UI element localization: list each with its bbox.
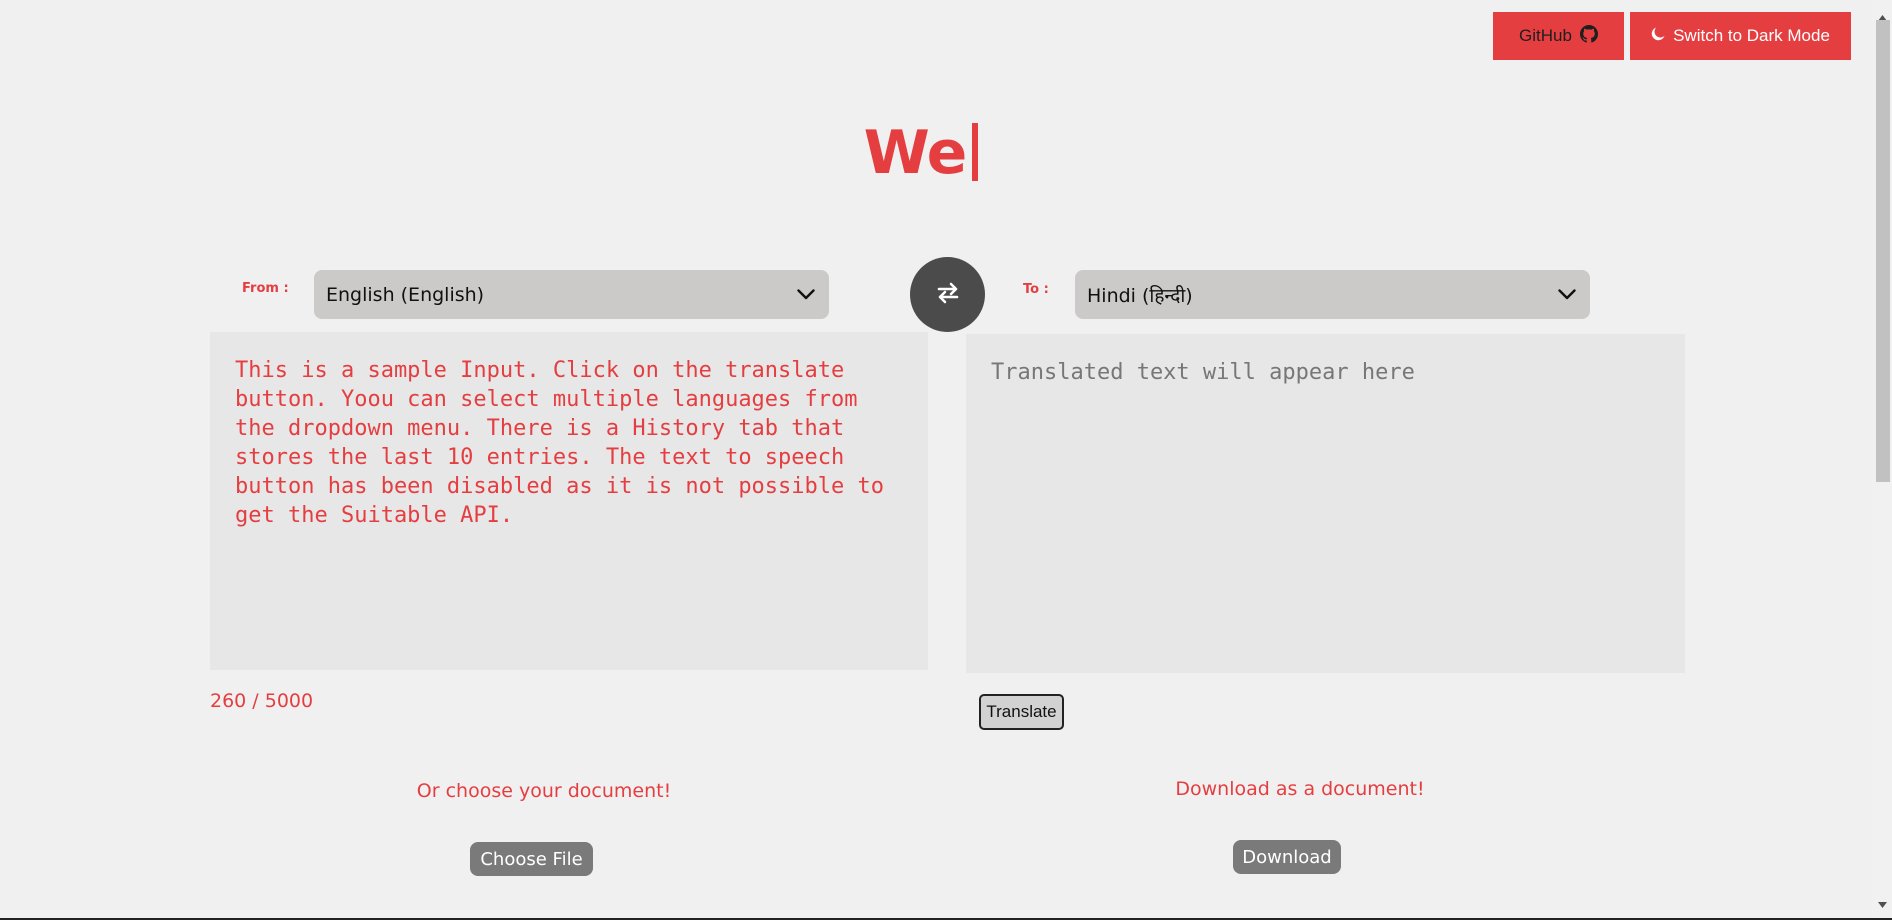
github-button[interactable]: GitHub: [1493, 12, 1624, 60]
translate-button[interactable]: Translate: [979, 694, 1064, 730]
vertical-scrollbar[interactable]: [1872, 0, 1892, 920]
download-hint: Download as a document!: [1175, 778, 1425, 800]
dark-mode-label: Switch to Dark Mode: [1673, 26, 1830, 45]
download-button[interactable]: Download: [1233, 840, 1341, 874]
typing-caret: [972, 123, 979, 181]
character-count: 260 / 5000: [210, 690, 314, 712]
chevron-down-icon: [797, 289, 815, 300]
page-title: We: [0, 118, 1842, 188]
to-selected-value: Hindi (हिन्दी): [1087, 284, 1193, 307]
from-language-select[interactable]: English (English): [314, 270, 829, 319]
to-label: To :: [1023, 282, 1049, 297]
title-text: We: [863, 118, 968, 188]
upload-hint: Or choose your document!: [416, 780, 672, 802]
to-language-select[interactable]: Hindi (हिन्दी): [1075, 270, 1590, 319]
github-icon: [1579, 24, 1598, 48]
github-label: GitHub: [1519, 26, 1572, 45]
scrollbar-thumb[interactable]: [1876, 20, 1890, 482]
choose-file-button[interactable]: Choose File: [470, 842, 593, 876]
from-selected-value: English (English): [326, 283, 485, 306]
swap-languages-button[interactable]: [910, 257, 985, 332]
moon-icon: [1651, 26, 1665, 46]
translated-text-output[interactable]: Translated text will appear here: [966, 334, 1685, 673]
swap-arrows-icon: [936, 282, 960, 308]
dark-mode-toggle-button[interactable]: Switch to Dark Mode: [1630, 12, 1851, 60]
source-text-input[interactable]: This is a sample Input. Click on the tra…: [210, 332, 928, 670]
scroll-down-arrow-icon[interactable]: [1878, 893, 1887, 912]
chevron-down-icon: [1558, 289, 1576, 300]
from-label: From :: [242, 281, 289, 296]
